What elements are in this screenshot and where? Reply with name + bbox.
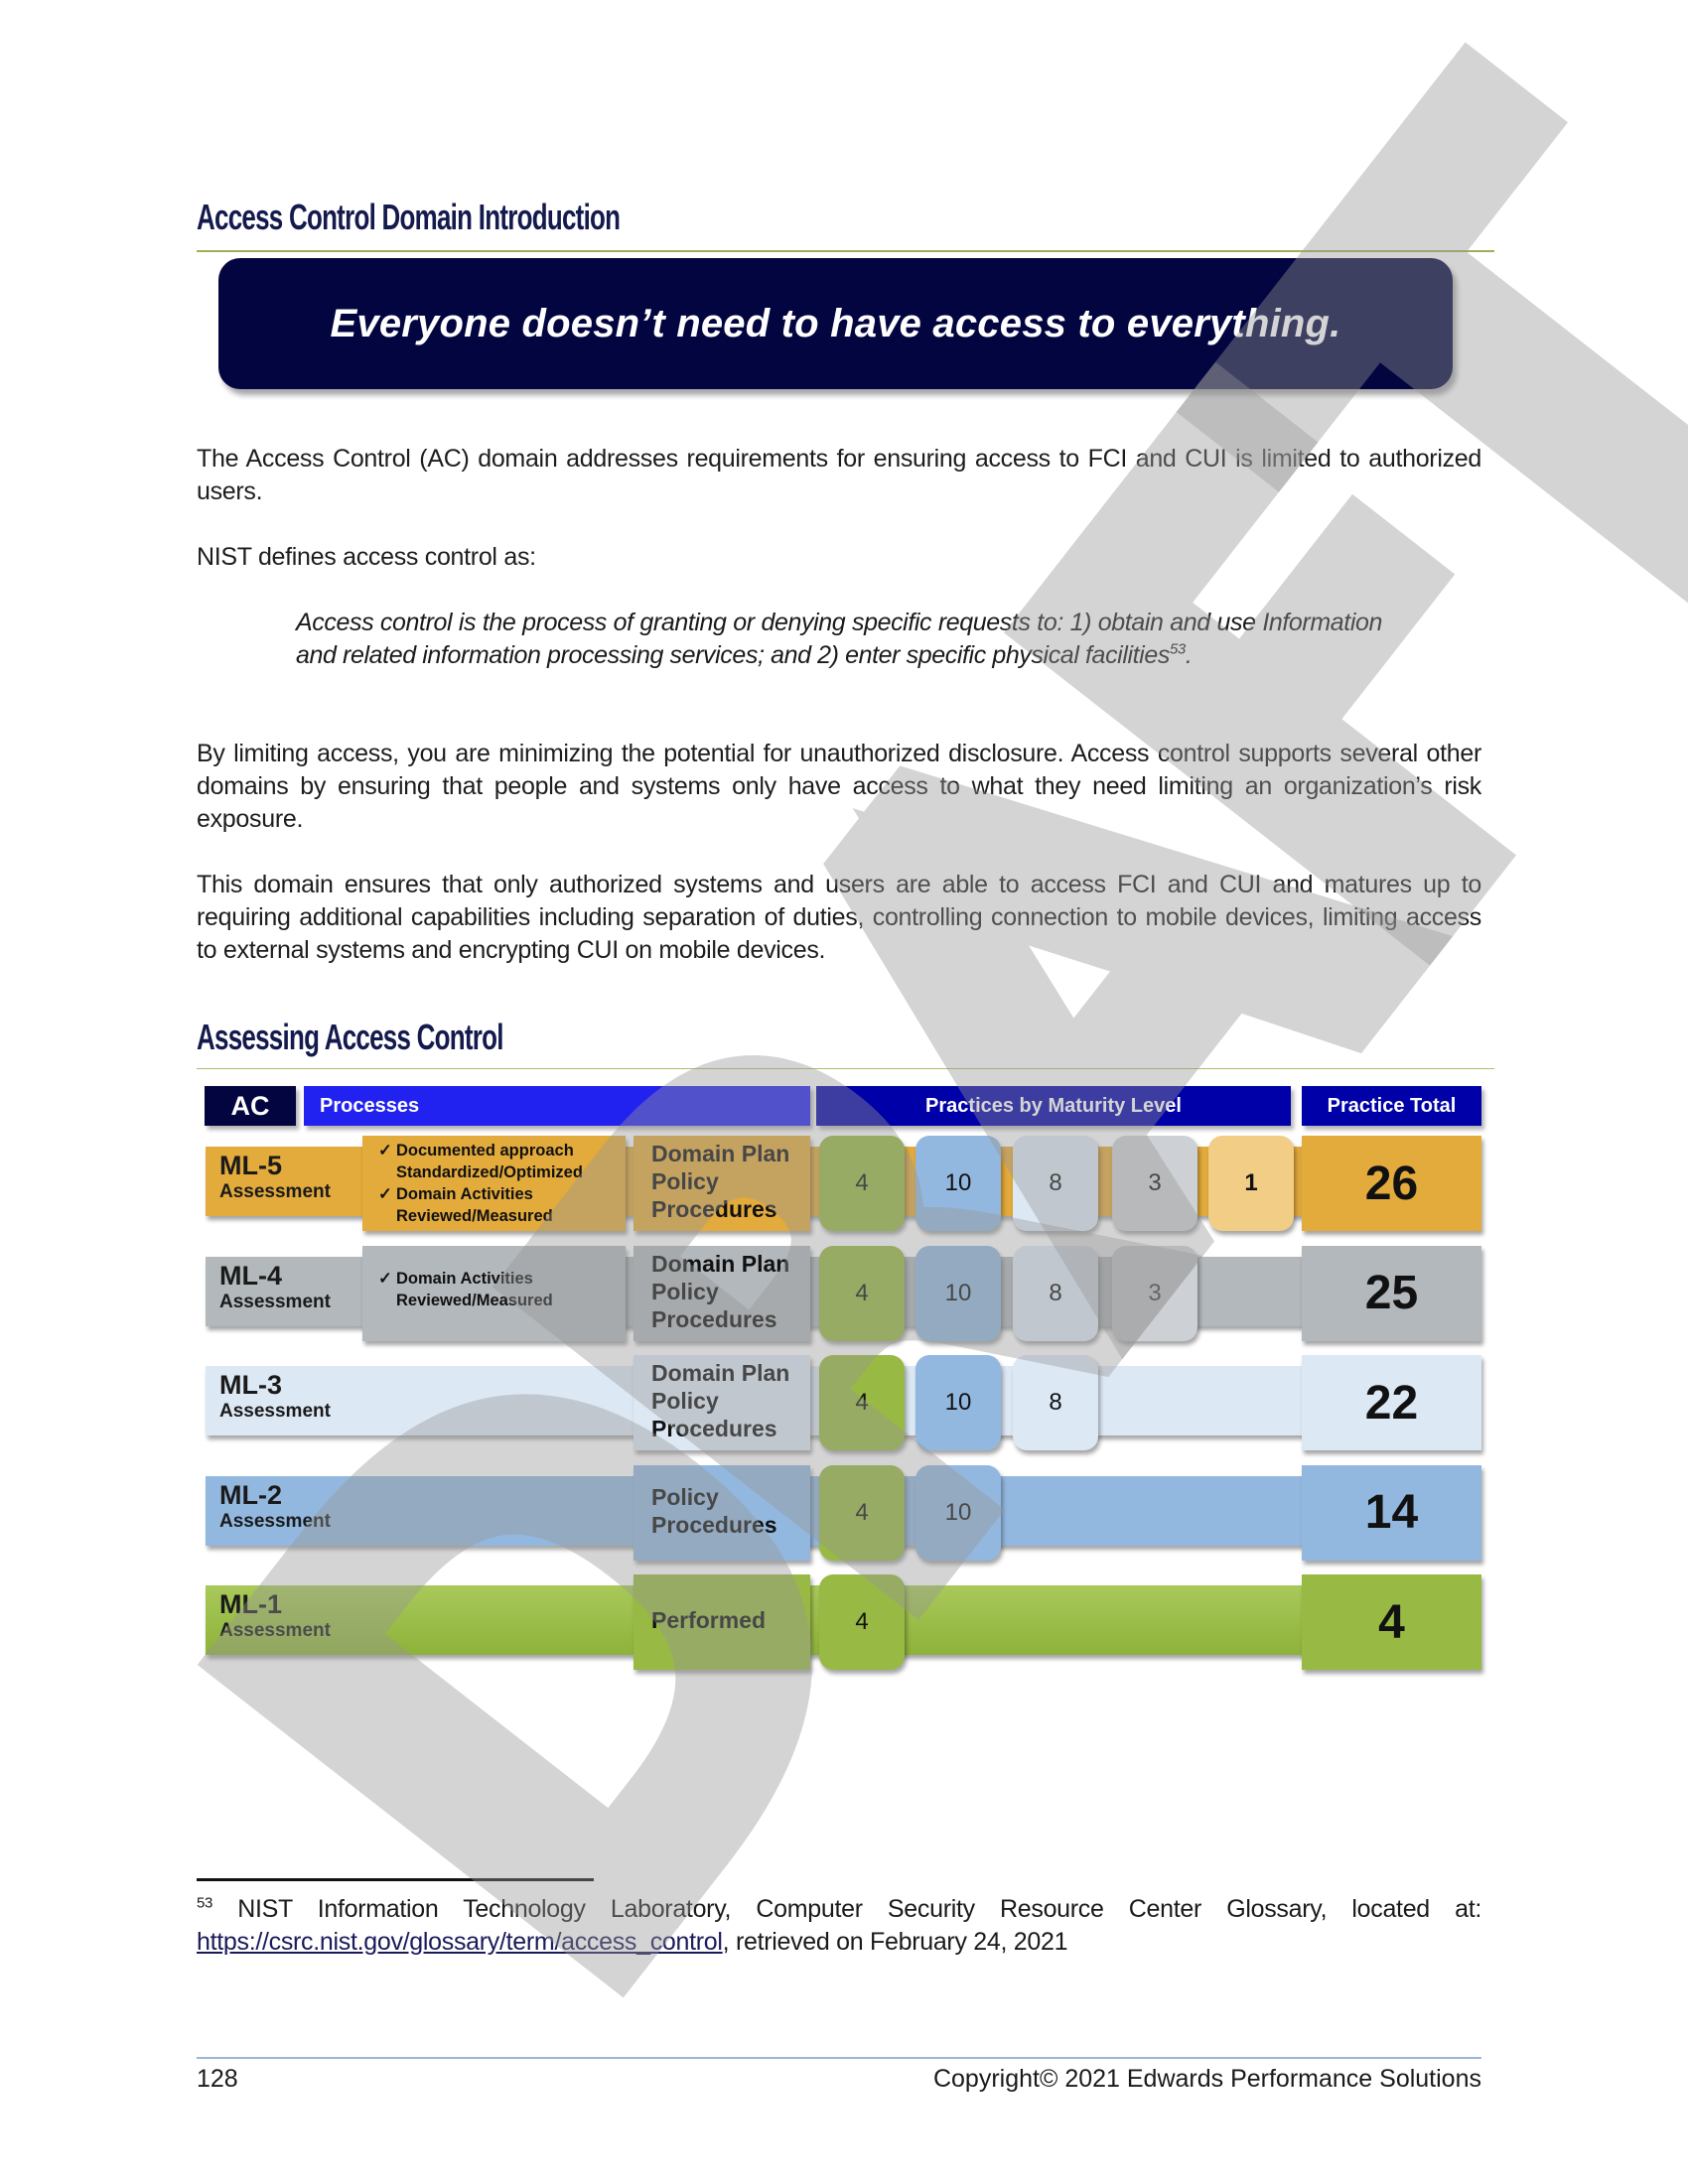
practice-count-ml5: 1 <box>1208 1136 1294 1231</box>
document-item: Domain Plan <box>651 1360 790 1386</box>
intro-heading: Access Control Domain Introduction <box>197 197 621 237</box>
maturity-level-label: ML-5 Assessment <box>219 1151 331 1204</box>
page-number: 128 <box>197 2065 238 2093</box>
document-item: Domain Plan <box>651 1141 790 1166</box>
practice-count-ml2: 10 <box>915 1245 1001 1341</box>
practice-count-ml2: 10 <box>915 1464 1001 1561</box>
maturity-level-label: ML-2 Assessment <box>219 1480 331 1534</box>
process-item: ✓ Domain Activities Reviewed/Measured <box>378 1268 626 1311</box>
header-domain-label: AC <box>230 1090 270 1121</box>
row-label: ML-2 Assessment <box>206 1476 454 1546</box>
maturity-level-label: ML-1 Assessment <box>219 1589 331 1643</box>
checkmark-icon: ✓ <box>378 1142 392 1160</box>
maturity-level: ML-3 <box>219 1370 282 1400</box>
assessment-label: Assessment <box>219 1181 331 1202</box>
document-item: Policy <box>651 1388 719 1414</box>
document-item: Performed <box>651 1607 767 1633</box>
footnote: 53 NIST Information Technology Laborator… <box>197 1893 1481 1959</box>
intro-paragraph-1: The Access Control (AC) domain addresses… <box>197 445 1481 505</box>
header-processes: Processes <box>304 1086 810 1126</box>
footnote-text: NIST Information Technology Laboratory, … <box>212 1895 1481 1923</box>
document-item: Procedures <box>651 1416 777 1441</box>
document-item: Procedures <box>651 1305 777 1332</box>
practice-count-ml1: 4 <box>819 1574 905 1670</box>
quote-text: Access control is the process of grantin… <box>296 609 1382 669</box>
copyright: Copyright© 2021 Edwards Performance Solu… <box>932 2065 1481 2093</box>
header-processes-label: Processes <box>320 1094 420 1117</box>
tagline-banner: Everyone doesn’t need to have access to … <box>218 258 1453 389</box>
document-item: Domain Plan <box>651 1250 790 1277</box>
document-item: Policy <box>651 1168 719 1194</box>
quote-end: . <box>1185 641 1193 669</box>
maturity-level-label: ML-4 Assessment <box>219 1261 331 1314</box>
maturity-level: ML-5 <box>219 1151 282 1180</box>
footer-rule <box>197 2057 1481 2059</box>
practice-total: 25 <box>1302 1245 1481 1341</box>
practice-count-ml1: 4 <box>819 1136 905 1231</box>
assessment-label: Assessment <box>219 1401 331 1422</box>
practice-count-ml3: 8 <box>1013 1355 1098 1450</box>
process-item: ✓ Documented approach Standardized/Optimi… <box>378 1140 626 1183</box>
document-item: Policy <box>651 1483 719 1510</box>
intro-paragraph-2: NIST defines access control as: <box>197 543 536 571</box>
header-practices-label: Practices by Maturity Level <box>925 1094 1182 1117</box>
footnote-number: 53 <box>197 1894 213 1912</box>
header-domain: AC <box>205 1086 296 1126</box>
practice-count-ml3: 8 <box>1013 1136 1098 1231</box>
practice-count-ml4: 3 <box>1112 1245 1197 1341</box>
footnote-separator <box>197 1878 594 1881</box>
practice-total: 26 <box>1302 1136 1481 1231</box>
intro-paragraph-4: This domain ensures that only authorized… <box>197 871 1481 964</box>
intro-paragraph-3: By limiting access, you are minimizing t… <box>197 740 1481 833</box>
footnote-after: , retrieved on February 24, 2021 <box>722 1928 1068 1956</box>
assessment-label: Assessment <box>219 1510 331 1532</box>
practice-count-ml3: 8 <box>1013 1245 1098 1341</box>
document-item: Procedures <box>651 1511 777 1538</box>
assessing-rule <box>197 1068 1494 1069</box>
document-item: Policy <box>651 1278 719 1304</box>
checkmark-icon: ✓ <box>378 1269 392 1288</box>
practice-total: 22 <box>1302 1355 1481 1450</box>
practice-count-ml4: 3 <box>1112 1136 1197 1231</box>
practice-count-ml1: 4 <box>819 1245 905 1341</box>
header-total-label: Practice Total <box>1327 1094 1457 1117</box>
maturity-level: ML-4 <box>219 1260 282 1291</box>
practice-total: 4 <box>1302 1574 1481 1670</box>
process-item-text: Documented approach Standardized/Optimiz… <box>396 1142 583 1181</box>
header-practices: Practices by Maturity Level <box>816 1086 1291 1126</box>
process-cell: ✓ Documented approach Standardized/Optimi… <box>362 1136 626 1231</box>
footnote-ref[interactable]: 53 <box>1170 641 1186 658</box>
practice-total: 14 <box>1302 1464 1481 1561</box>
checkmark-icon: ✓ <box>378 1185 392 1203</box>
document-item: Procedures <box>651 1196 777 1222</box>
row-label: ML-3 Assessment <box>206 1366 454 1435</box>
maturity-level: ML-1 <box>219 1589 282 1619</box>
practice-count-ml2: 10 <box>915 1355 1001 1450</box>
assessing-heading: Assessing Access Control <box>197 1017 503 1057</box>
documents-cell: Performed <box>633 1574 810 1670</box>
maturity-level: ML-2 <box>219 1479 282 1510</box>
tagline-text: Everyone doesn’t need to have access to … <box>330 301 1341 345</box>
process-item: ✓ Domain Activities Reviewed/Measured <box>378 1183 626 1227</box>
heading-rule <box>197 250 1494 252</box>
practice-count-ml2: 10 <box>915 1136 1001 1231</box>
practice-count-ml1: 4 <box>819 1464 905 1561</box>
maturity-level-label: ML-3 Assessment <box>219 1370 331 1424</box>
documents-cell: Domain Plan Policy Procedures <box>633 1355 810 1450</box>
documents-cell: Policy Procedures <box>633 1464 810 1561</box>
assessment-label: Assessment <box>219 1620 331 1641</box>
process-item-text: Domain Activities Reviewed/Measured <box>396 1185 553 1225</box>
process-cell: ✓ Domain Activities Reviewed/Measured <box>362 1245 626 1341</box>
process-item-text: Domain Activities Reviewed/Measured <box>396 1269 553 1309</box>
documents-cell: Domain Plan Policy Procedures <box>633 1245 810 1341</box>
footnote-link[interactable]: https://csrc.nist.gov/glossary/term/acce… <box>197 1928 723 1956</box>
nist-definition-quote: Access control is the process of grantin… <box>296 607 1382 672</box>
practice-count-ml1: 4 <box>819 1355 905 1450</box>
row-label: ML-1 Assessment <box>206 1585 454 1655</box>
header-total: Practice Total <box>1302 1086 1481 1126</box>
documents-cell: Domain Plan Policy Procedures <box>633 1136 810 1231</box>
assessment-label: Assessment <box>219 1291 331 1312</box>
